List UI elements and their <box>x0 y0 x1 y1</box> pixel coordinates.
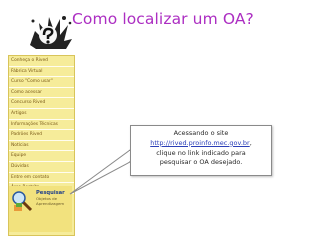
callout-line1: Acessando o site <box>173 129 229 137</box>
search-icon <box>12 191 33 212</box>
menu-item-como-acessar[interactable]: Como acessar <box>9 88 74 99</box>
callout-pointer <box>69 149 131 195</box>
rived-site-link[interactable]: http://rived.proinfo.mec.gov.br <box>150 139 249 147</box>
menu-item-concurso[interactable]: Concurso Rived <box>9 98 74 109</box>
menu-item-contato[interactable]: Entre em contato <box>9 173 74 184</box>
menu-item-artigos[interactable]: Artigos <box>9 109 74 120</box>
menu-item-equipe[interactable]: Equipe <box>9 151 74 162</box>
callout-line2: http://rived.proinfo.mec.gov.br, <box>131 139 271 149</box>
link-suffix: , <box>249 138 252 147</box>
search-objects-button[interactable]: Pesquisar Objetos de Aprendizagem <box>9 186 72 232</box>
menu-item-fabrica-virtual[interactable]: Fábrica Virtual <box>9 67 74 78</box>
callout-line4: pesquisar o OA desejado. <box>159 158 243 167</box>
sidebar-menu: Conheça o Rived Fábrica Virtual Curso "C… <box>8 55 75 236</box>
callout-text: Acessando o site http://rived.proinfo.me… <box>131 129 271 168</box>
menu-item-noticias[interactable]: Notícias <box>9 141 74 152</box>
menu-item-curso[interactable]: Curso "Como usar" <box>9 77 74 88</box>
menu-item-conheca[interactable]: Conheça o Rived <box>9 56 74 67</box>
page-title: Como localizar um OA? <box>72 10 254 28</box>
callout-line3: clique no link indicado para <box>156 148 246 157</box>
search-subtitle: Objetos de Aprendizagem <box>36 196 65 206</box>
instruction-callout: Acessando o site http://rived.proinfo.me… <box>130 125 272 176</box>
rived-logo-icon <box>30 16 72 49</box>
menu-item-informacoes-tecnicas[interactable]: Informações Técnicas <box>9 120 74 131</box>
menu-item-duvidas[interactable]: Dúvidas <box>9 162 74 173</box>
menu-item-padroes[interactable]: Padrões Rived <box>9 130 74 141</box>
search-subtitle-line2: Aprendizagem <box>36 200 65 206</box>
